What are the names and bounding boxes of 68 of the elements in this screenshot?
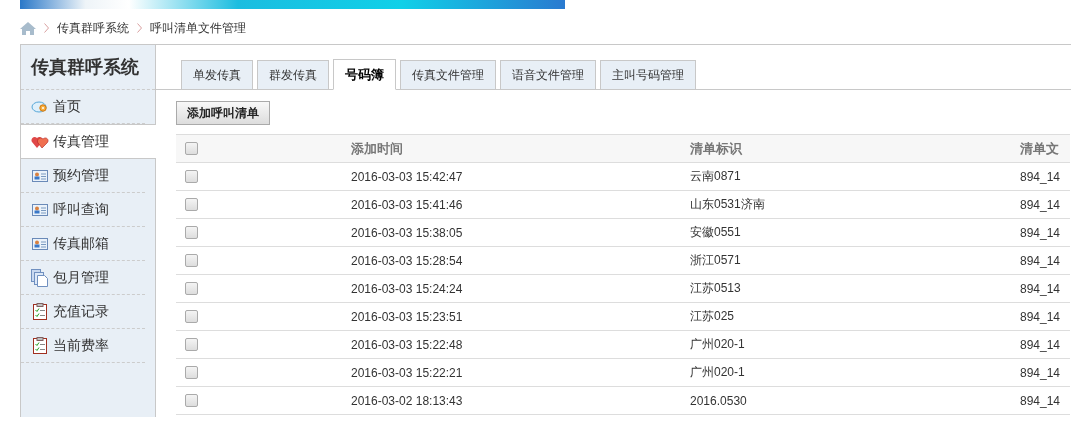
tab[interactable]: 群发传真 <box>257 60 329 90</box>
sidebar-item[interactable]: 当前费率 <box>21 329 145 363</box>
table-cell-text: 894_14 <box>1020 197 1062 212</box>
column-header: 清单标识 <box>690 139 743 158</box>
table-cell-text: 浙江0571 <box>690 252 742 269</box>
table-cell-text: 山东0531济南 <box>690 196 766 213</box>
table-cell-text: 2016-03-03 15:23:51 <box>351 309 464 324</box>
table-cell-text: 江苏025 <box>690 308 736 325</box>
table-cell-text: 894_14 <box>1020 253 1062 268</box>
add-button[interactable]: 添加呼叫清单 <box>176 101 270 125</box>
clipboard-icon <box>31 337 49 354</box>
speech-bubble-icon <box>31 99 49 114</box>
table-cell-text: 广州020-1 <box>690 364 746 381</box>
table-cell-text: 2016-03-03 15:42:47 <box>351 169 464 184</box>
table-cell-text: 894_14 <box>1020 309 1062 324</box>
tab[interactable]: 传真文件管理 <box>400 60 496 90</box>
sidebar-title: 传真群呼系统 <box>21 45 155 90</box>
chevron-icon <box>44 23 49 33</box>
home-icon[interactable] <box>20 21 36 35</box>
id-card-icon <box>31 236 49 251</box>
checkbox[interactable] <box>185 226 198 239</box>
sidebar-item[interactable]: 包月管理 <box>21 261 145 295</box>
checkbox[interactable] <box>185 394 198 407</box>
sidebar-item[interactable]: 呼叫查询 <box>21 193 145 227</box>
sidebar-item[interactable]: 预约管理 <box>21 159 145 193</box>
checkbox[interactable] <box>185 338 198 351</box>
hearts-icon <box>31 134 49 149</box>
sidebar-item[interactable]: 传真邮箱 <box>21 227 145 261</box>
checkbox[interactable] <box>185 254 198 267</box>
table-cell-text: 894_14 <box>1020 337 1062 352</box>
sidebar-item[interactable]: 传真管理 <box>21 124 156 159</box>
checkbox[interactable] <box>185 198 198 211</box>
table-cell-text: 江苏0513 <box>690 280 742 297</box>
table-cell-text: 894_14 <box>1020 365 1062 380</box>
id-card-icon <box>31 202 49 217</box>
tab[interactable]: 主叫号码管理 <box>600 60 696 90</box>
chevron-icon <box>137 23 142 33</box>
table-cell-text: 894_14 <box>1020 393 1062 408</box>
table-cell-text: 2016-03-03 15:22:21 <box>351 365 464 380</box>
table-cell-text: 2016-03-02 18:13:43 <box>351 393 464 408</box>
table-cell-text: 2016-03-03 15:38:05 <box>351 225 464 240</box>
checkbox[interactable] <box>185 310 198 323</box>
tab[interactable]: 号码簿 <box>333 59 396 90</box>
checkbox[interactable] <box>185 170 198 183</box>
tab[interactable]: 语音文件管理 <box>500 60 596 90</box>
table-cell-text: 894_14 <box>1020 225 1062 240</box>
table-cell-text: 2016-03-03 15:22:48 <box>351 337 464 352</box>
column-header: 添加时间 <box>351 139 404 158</box>
checkbox[interactable] <box>185 282 198 295</box>
checkbox[interactable] <box>185 366 198 379</box>
table-cell-text: 2016-03-03 15:28:54 <box>351 253 464 268</box>
clipboard-icon <box>31 303 49 320</box>
id-card-icon <box>31 168 49 183</box>
column-header: 清单文 <box>1020 139 1060 158</box>
checkbox[interactable] <box>185 142 198 155</box>
table-cell-text: 2016.0530 <box>690 393 748 408</box>
table-cell-text: 2016-03-03 15:24:24 <box>351 281 464 296</box>
breadcrumb-link[interactable]: 呼叫清单文件管理 <box>150 19 246 37</box>
sidebar-item[interactable]: 充值记录 <box>21 295 145 329</box>
table-cell-text: 广州020-1 <box>690 336 746 353</box>
table-cell-text: 2016-03-03 15:41:46 <box>351 197 464 212</box>
table-cell-text: 894_14 <box>1020 169 1062 184</box>
breadcrumb-link[interactable]: 传真群呼系统 <box>57 19 129 37</box>
table-cell-text: 894_14 <box>1020 281 1062 296</box>
table-cell-text: 云南0871 <box>690 168 742 185</box>
documents-icon <box>31 268 49 287</box>
tab[interactable]: 单发传真 <box>181 60 253 90</box>
table-cell-text: 安徽0551 <box>690 224 742 241</box>
